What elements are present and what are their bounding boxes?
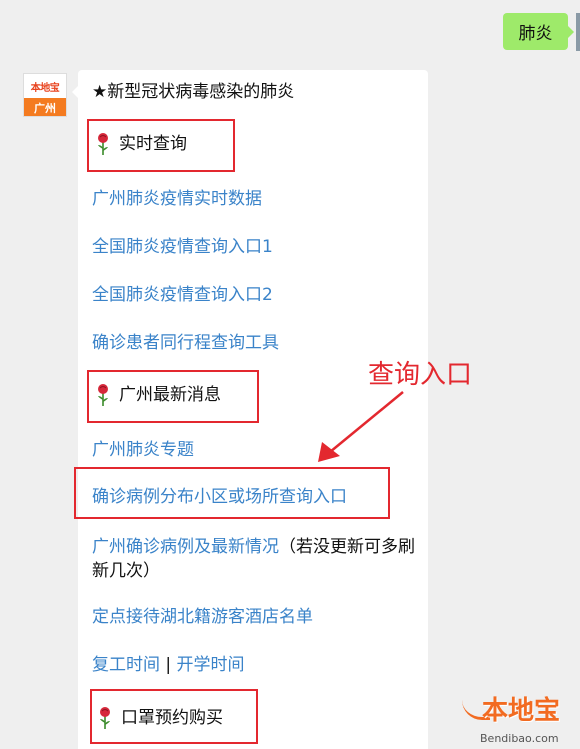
watermark-url: Bendibao.com — [480, 732, 559, 745]
bendibao-watermark: 本地宝 Bendibao.com — [462, 690, 580, 749]
watermark-logo-text: 本地宝 — [482, 696, 561, 726]
annotation-arrow-icon — [318, 391, 404, 462]
